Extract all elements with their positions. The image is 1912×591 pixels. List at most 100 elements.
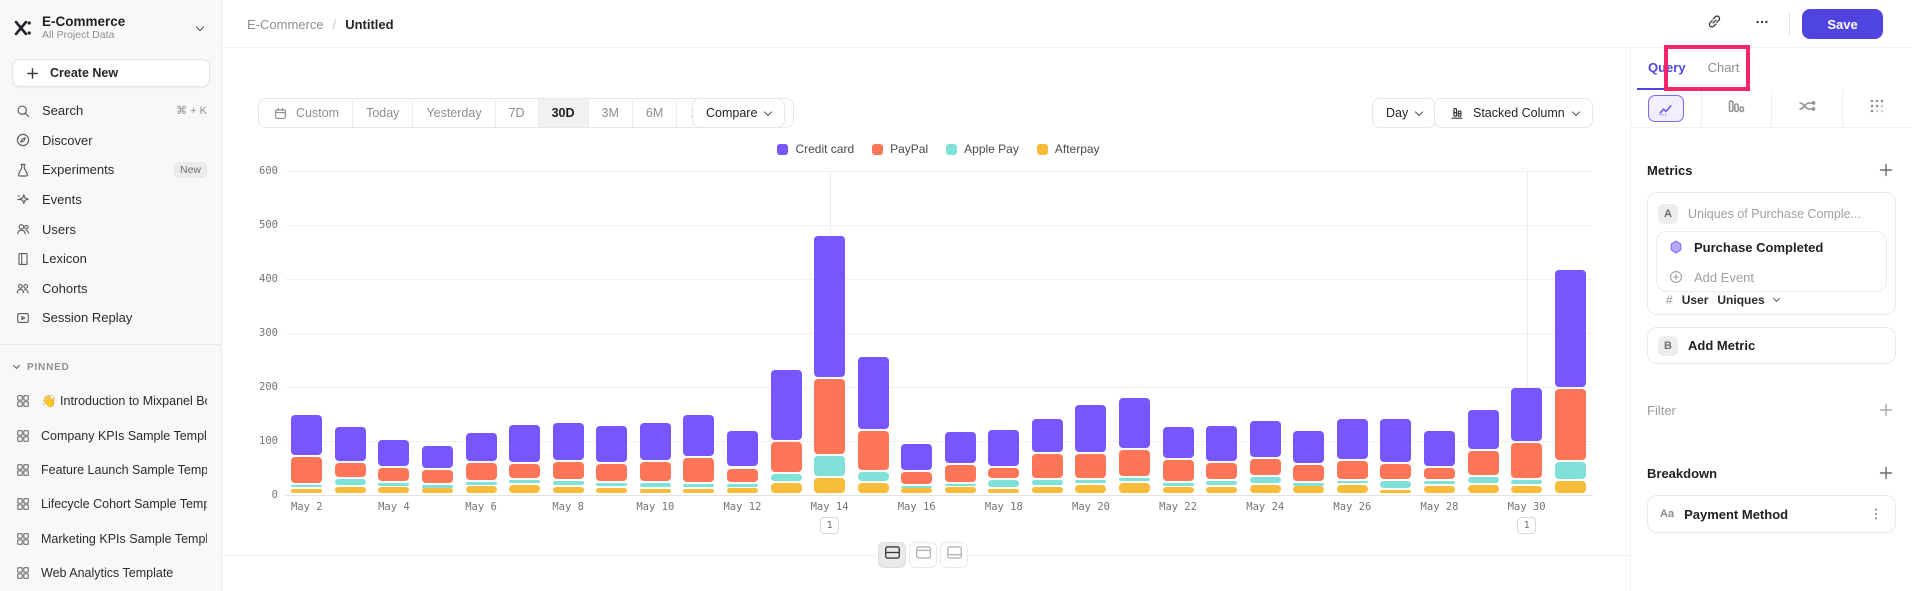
bar-segment-afterpay[interactable]: [945, 487, 976, 493]
save-button[interactable]: Save: [1802, 9, 1883, 39]
bar-segment-paypal[interactable]: [466, 463, 497, 480]
bar-segment-afterpay[interactable]: [640, 489, 671, 493]
bar-segment-apple-pay[interactable]: [988, 480, 1019, 487]
date-range-custom[interactable]: Custom: [259, 99, 353, 127]
bar-segment-apple-pay[interactable]: [901, 486, 932, 489]
bar-segment-credit-card[interactable]: [1424, 431, 1455, 466]
bar-segment-apple-pay[interactable]: [1206, 481, 1237, 485]
bar-segment-apple-pay[interactable]: [727, 484, 758, 487]
bar-segment-credit-card[interactable]: [814, 236, 845, 377]
bar-segment-paypal[interactable]: [858, 431, 889, 471]
bar-segment-paypal[interactable]: [422, 470, 453, 484]
add-filter-button[interactable]: [1876, 400, 1896, 420]
bar-segment-apple-pay[interactable]: [814, 456, 845, 476]
bar-segment-apple-pay[interactable]: [553, 481, 584, 485]
bar-segment-apple-pay[interactable]: [1163, 483, 1194, 486]
bar-segment-credit-card[interactable]: [683, 415, 714, 456]
bar-segment-afterpay[interactable]: [291, 489, 322, 493]
legend-item-afterpay[interactable]: Afterpay: [1037, 142, 1100, 156]
bar-segment-afterpay[interactable]: [1468, 485, 1499, 494]
tab-query[interactable]: Query: [1637, 48, 1697, 90]
bar-segment-paypal[interactable]: [1555, 389, 1586, 460]
bar-segment-apple-pay[interactable]: [335, 479, 366, 485]
bar-segment-credit-card[interactable]: [1119, 398, 1150, 448]
pinned-board-item[interactable]: Web Analytics Template: [0, 556, 221, 590]
bar-segment-afterpay[interactable]: [378, 487, 409, 493]
bar-segment-credit-card[interactable]: [858, 357, 889, 429]
legend-item-apple-pay[interactable]: Apple Pay: [946, 142, 1019, 156]
bar-segment-apple-pay[interactable]: [596, 483, 627, 486]
tab-retention[interactable]: [1843, 90, 1912, 127]
compare-dropdown[interactable]: Compare: [692, 98, 785, 128]
add-metric-plus-button[interactable]: [1876, 160, 1896, 180]
bar-segment-credit-card[interactable]: [378, 440, 409, 466]
bar-segment-afterpay[interactable]: [1555, 481, 1586, 494]
bar-segment-paypal[interactable]: [1468, 451, 1499, 475]
bar-segment-credit-card[interactable]: [1468, 410, 1499, 450]
date-range-30d[interactable]: 30D: [539, 99, 589, 127]
bar-segment-paypal[interactable]: [291, 457, 322, 483]
sidebar-item-lexicon[interactable]: Lexicon: [0, 244, 221, 274]
bar-segment-credit-card[interactable]: [727, 431, 758, 466]
bar-segment-paypal[interactable]: [1119, 450, 1150, 476]
bar-segment-apple-pay[interactable]: [378, 483, 409, 486]
date-range-3m[interactable]: 3M: [589, 99, 633, 127]
annotation-count-badge[interactable]: 1: [820, 517, 839, 534]
date-range-7d[interactable]: 7D: [496, 99, 539, 127]
bar-segment-credit-card[interactable]: [771, 370, 802, 440]
bar-segment-afterpay[interactable]: [335, 487, 366, 493]
annotation-count-badge[interactable]: 1: [1517, 517, 1536, 534]
legend-item-paypal[interactable]: PayPal: [872, 142, 928, 156]
bar-segment-credit-card[interactable]: [901, 444, 932, 470]
bar-segment-paypal[interactable]: [1250, 459, 1281, 475]
pinned-board-item[interactable]: Feature Launch Sample Templa: [0, 453, 221, 487]
breadcrumb-project-link[interactable]: E-Commerce: [247, 17, 324, 32]
bar-segment-credit-card[interactable]: [1293, 431, 1324, 463]
bar-segment-paypal[interactable]: [1424, 468, 1455, 480]
bar-segment-paypal[interactable]: [901, 472, 932, 484]
bar-segment-apple-pay[interactable]: [683, 484, 714, 487]
event-row[interactable]: Purchase Completed: [1657, 232, 1886, 262]
tab-flows[interactable]: [1772, 90, 1843, 127]
bar-segment-apple-pay[interactable]: [640, 483, 671, 487]
bar-segment-afterpay[interactable]: [1293, 486, 1324, 494]
sidebar-item-discover[interactable]: Discover: [0, 126, 221, 156]
date-range-today[interactable]: Today: [353, 99, 413, 127]
bar-segment-paypal[interactable]: [596, 464, 627, 481]
bar-segment-apple-pay[interactable]: [291, 485, 322, 488]
add-event-row[interactable]: Add Event: [1657, 262, 1886, 292]
legend-item-credit-card[interactable]: Credit card: [777, 142, 854, 156]
sidebar-item-events[interactable]: Events: [0, 185, 221, 215]
add-breakdown-button[interactable]: [1876, 463, 1896, 483]
bar-segment-apple-pay[interactable]: [1424, 481, 1455, 484]
bar-segment-credit-card[interactable]: [945, 432, 976, 463]
bar-segment-afterpay[interactable]: [1119, 483, 1150, 493]
bar-segment-apple-pay[interactable]: [1337, 481, 1368, 484]
bar-segment-credit-card[interactable]: [640, 423, 671, 460]
bar-segment-paypal[interactable]: [1293, 465, 1324, 481]
bar-segment-credit-card[interactable]: [1555, 270, 1586, 386]
bar-segment-credit-card[interactable]: [509, 425, 540, 461]
bar-segment-afterpay[interactable]: [727, 488, 758, 493]
sidebar-item-search[interactable]: Search⌘ + K: [0, 96, 221, 126]
bar-segment-afterpay[interactable]: [814, 478, 845, 494]
bar-segment-paypal[interactable]: [553, 462, 584, 479]
create-new-button[interactable]: Create New: [12, 59, 210, 87]
bar-segment-apple-pay[interactable]: [771, 474, 802, 481]
bar-segment-apple-pay[interactable]: [1468, 477, 1499, 483]
sidebar-item-session-replay[interactable]: Session Replay: [0, 303, 221, 333]
tab-insights[interactable]: [1631, 90, 1702, 127]
bar-segment-apple-pay[interactable]: [1511, 480, 1542, 483]
pinned-board-item[interactable]: Lifecycle Cohort Sample Temp: [0, 487, 221, 521]
breakdown-card[interactable]: Aa Payment Method: [1647, 495, 1896, 533]
bar-segment-apple-pay[interactable]: [1555, 462, 1586, 479]
bar-segment-credit-card[interactable]: [596, 426, 627, 462]
bar-segment-credit-card[interactable]: [422, 446, 453, 467]
copy-link-button[interactable]: [1700, 10, 1728, 38]
bar-segment-apple-pay[interactable]: [858, 472, 889, 481]
sidebar-item-users[interactable]: Users: [0, 214, 221, 244]
chart-type-dropdown[interactable]: Stacked Column: [1434, 98, 1593, 128]
kebab-menu-icon[interactable]: [1869, 507, 1883, 521]
bar-segment-apple-pay[interactable]: [945, 484, 976, 487]
bar-segment-apple-pay[interactable]: [1380, 481, 1411, 488]
